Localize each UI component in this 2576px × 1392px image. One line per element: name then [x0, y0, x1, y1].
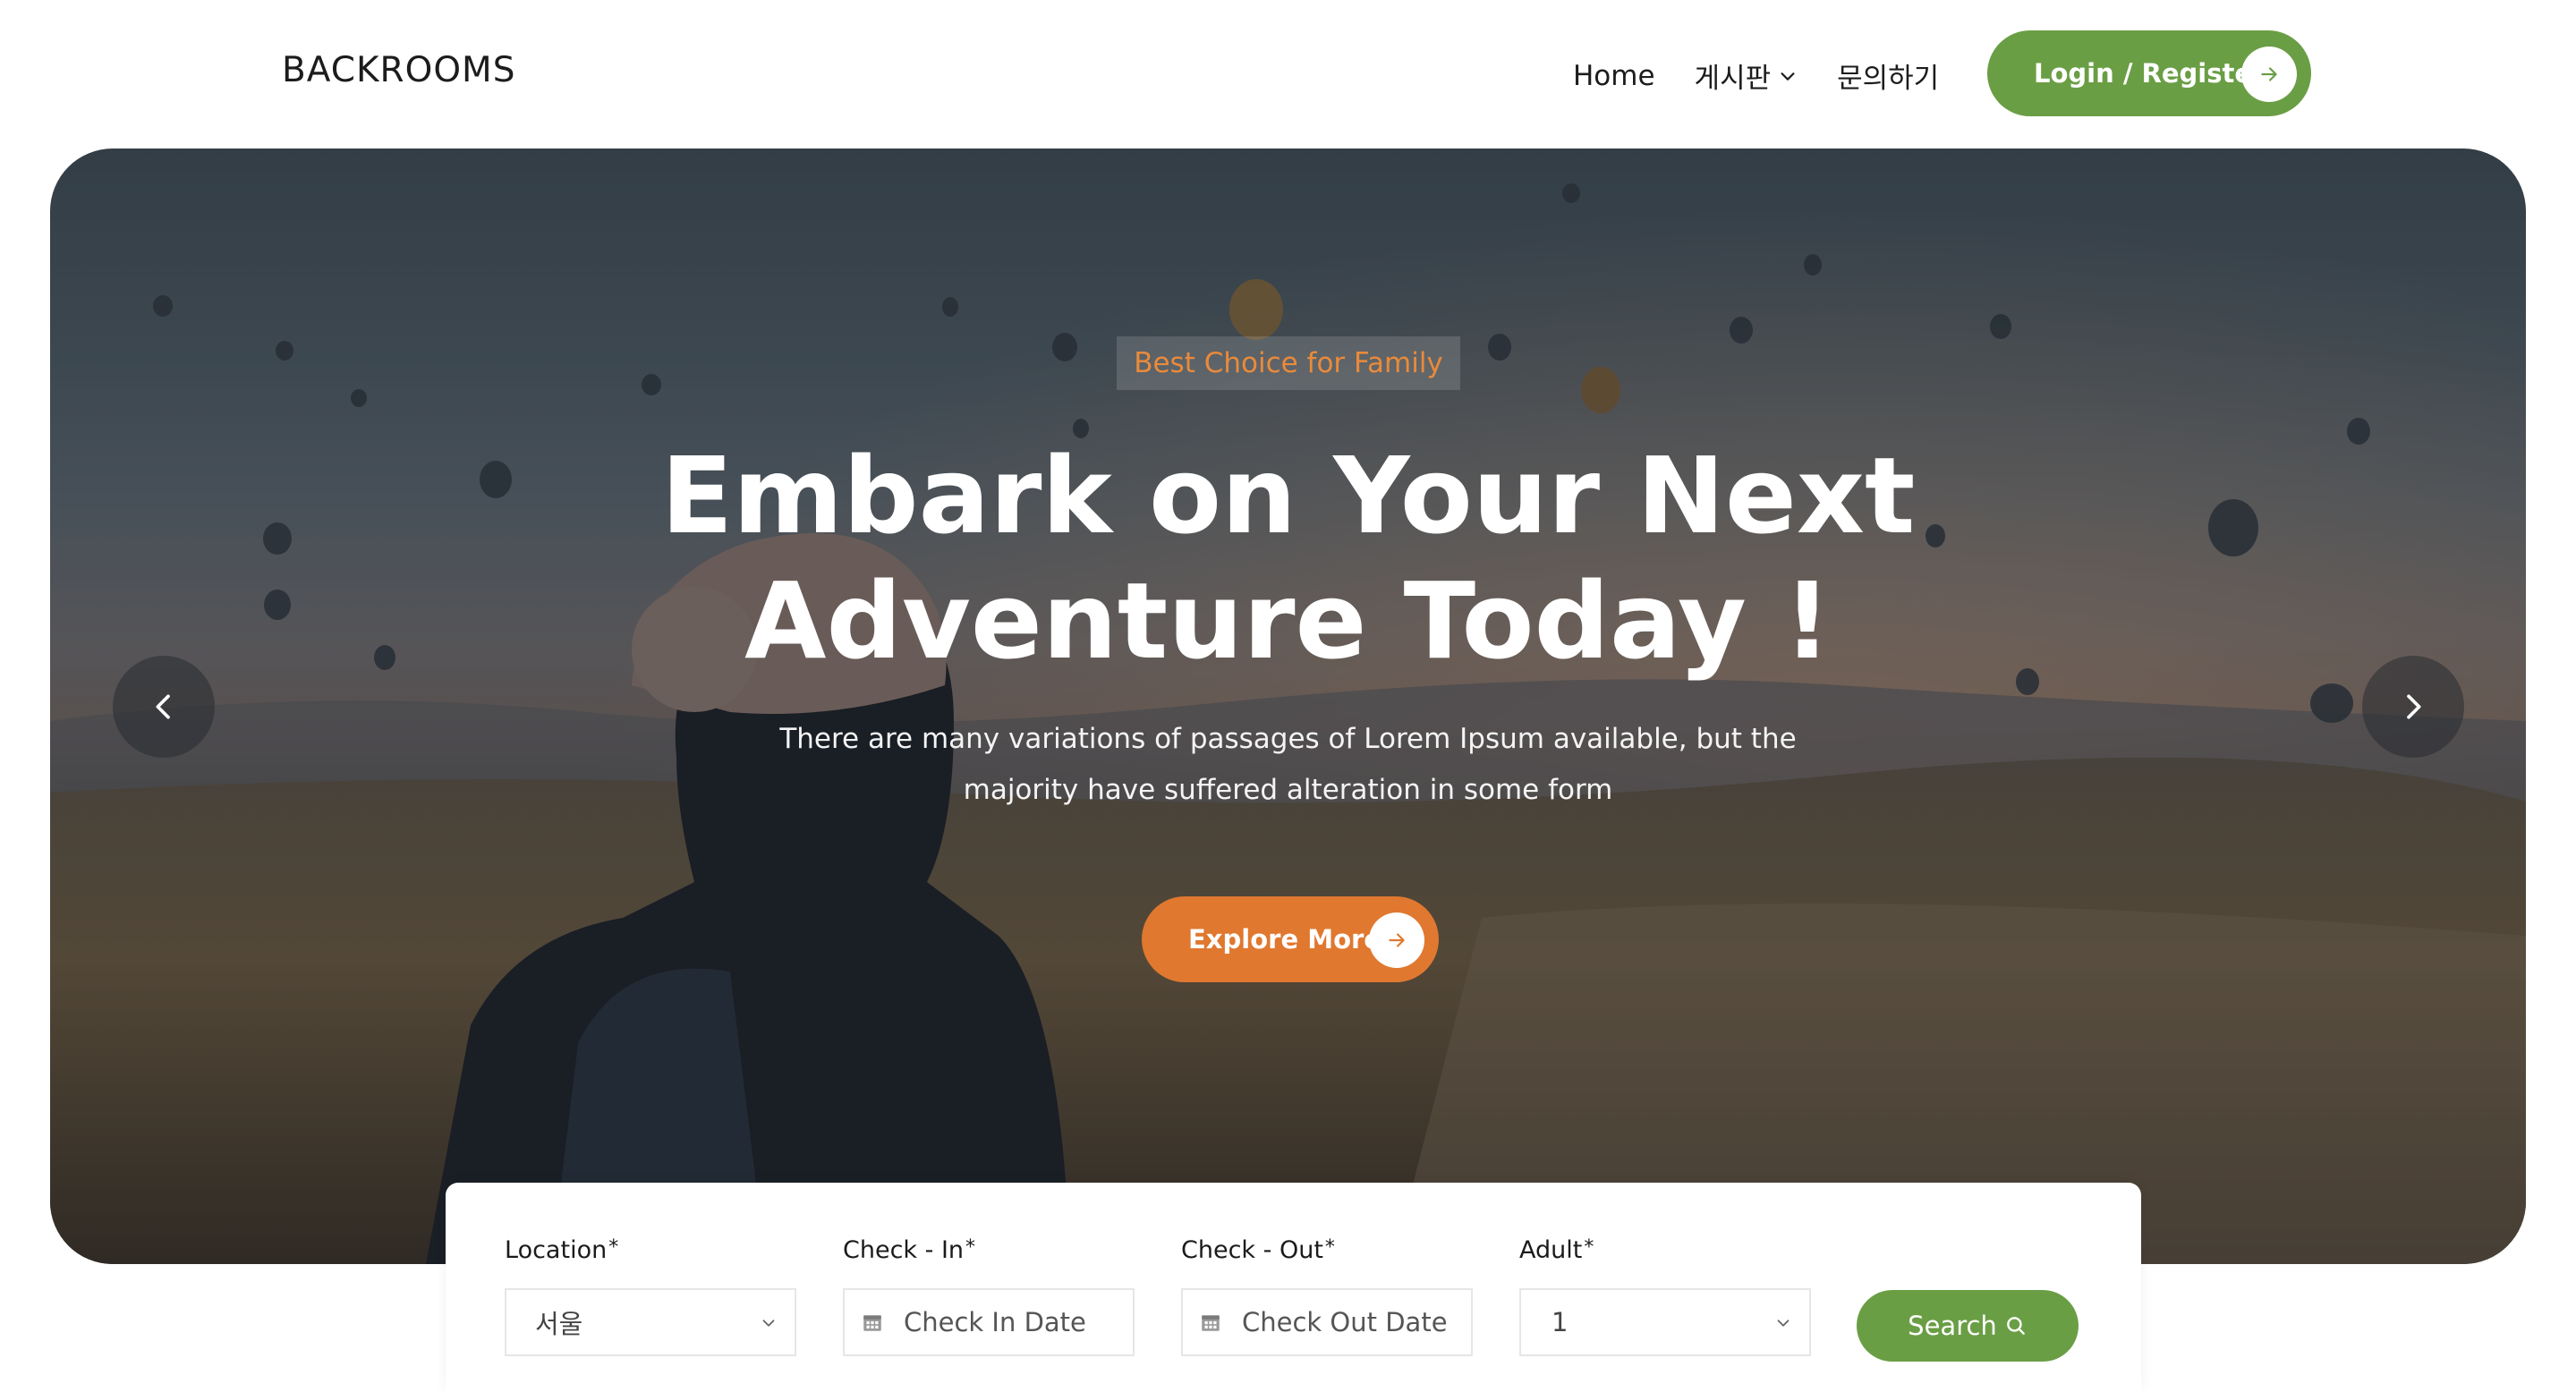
hero-subtitle-line: There are many variations of passages of…: [779, 723, 1797, 755]
explore-more-label: Explore More: [1188, 924, 1382, 955]
carousel-next-button[interactable]: [2362, 656, 2464, 758]
nav-item-label: 게시판: [1694, 63, 1772, 95]
nav-item-board[interactable]: 게시판: [1695, 55, 1798, 96]
hero-title-line: Adventure Today !: [744, 559, 1832, 683]
chevron-left-icon: [156, 694, 170, 719]
required-mark: *: [608, 1236, 619, 1259]
carousel-prev-button[interactable]: [113, 656, 215, 758]
booking-search-panel: Location* 서울 Check - In* Check In Date C…: [446, 1183, 2141, 1392]
location-label: Location*: [505, 1236, 618, 1272]
location-field: Location*: [505, 1236, 618, 1272]
calendar-icon: [863, 1315, 881, 1331]
nav-item-contact[interactable]: 문의하기: [1837, 55, 1939, 96]
adult-field: Adult*: [1519, 1236, 1594, 1272]
nav-item-label: Home: [1573, 59, 1655, 92]
login-register-label: Login / Register: [2034, 58, 2266, 89]
hero-subtitle-line: majority have suffered alteration in som…: [963, 774, 1613, 806]
required-mark: *: [1584, 1236, 1594, 1259]
hero-badge: Best Choice for Family: [1117, 336, 1460, 390]
login-register-button[interactable]: Login / Register: [1987, 30, 2311, 116]
nav-item-label: 문의하기: [1837, 63, 1940, 95]
search-button[interactable]: Search: [1857, 1290, 2079, 1362]
location-select-value: 서울: [535, 1309, 583, 1339]
location-label-text: Location: [505, 1236, 608, 1264]
checkin-label-text: Check - In: [843, 1236, 965, 1264]
chevron-right-icon: [2407, 694, 2421, 719]
location-select[interactable]: 서울: [505, 1288, 796, 1356]
checkin-field: Check - In*: [843, 1236, 975, 1272]
site-logo[interactable]: BACKROOMS: [282, 50, 515, 90]
hero-subtitle: There are many variations of passages of…: [50, 714, 2526, 816]
required-mark: *: [1324, 1236, 1335, 1259]
explore-more-button[interactable]: Explore More: [1142, 896, 1439, 982]
checkout-label-text: Check - Out: [1181, 1236, 1323, 1264]
checkin-date-input[interactable]: Check In Date: [843, 1288, 1135, 1356]
chevron-down-icon: [1781, 72, 1795, 81]
adult-select-value: 1: [1552, 1307, 1569, 1337]
checkout-date-input[interactable]: Check Out Date: [1181, 1288, 1473, 1356]
adult-label: Adult*: [1519, 1236, 1594, 1272]
adult-label-text: Adult: [1519, 1236, 1583, 1264]
adult-select[interactable]: 1: [1519, 1288, 1811, 1356]
checkin-placeholder: Check In Date: [904, 1307, 1086, 1337]
required-mark: *: [965, 1236, 976, 1259]
checkout-placeholder: Check Out Date: [1242, 1307, 1448, 1337]
checkin-label: Check - In*: [843, 1236, 975, 1272]
search-button-label: Search: [1908, 1311, 1997, 1341]
calendar-icon: [1202, 1315, 1220, 1331]
chevron-down-icon: [762, 1320, 775, 1327]
checkout-label: Check - Out*: [1181, 1236, 1335, 1272]
hero-title: Embark on Your Next Adventure Today !: [50, 433, 2526, 683]
chevron-down-icon: [1777, 1320, 1790, 1327]
hero-title-line: Embark on Your Next: [660, 434, 1916, 557]
hero-overlay: [50, 149, 2526, 1264]
checkout-field: Check - Out*: [1181, 1236, 1335, 1272]
site-header: BACKROOMS Home 게시판 문의하기 Login / Register: [0, 0, 2576, 149]
arrow-right-icon: [2241, 47, 2297, 102]
hero-banner: Best Choice for Family Embark on Your Ne…: [50, 149, 2526, 1264]
nav-item-home[interactable]: Home: [1573, 60, 1655, 92]
arrow-right-icon: [1369, 912, 1424, 968]
search-icon: [2006, 1317, 2025, 1335]
main-nav: Home 게시판 문의하기: [1573, 55, 1978, 96]
